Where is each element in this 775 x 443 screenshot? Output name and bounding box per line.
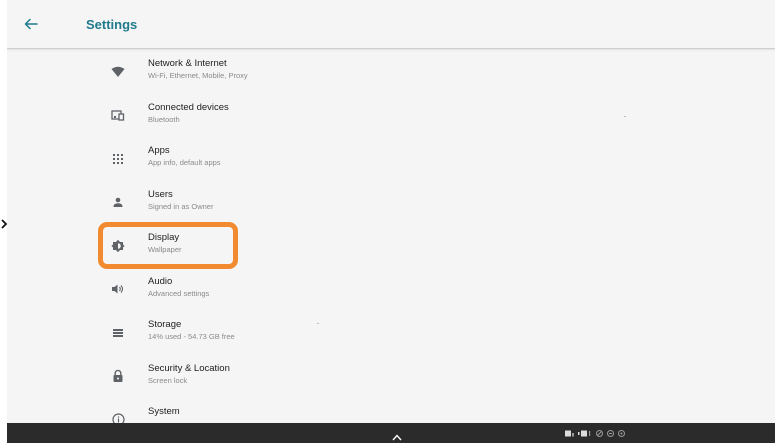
connected-devices-icon (110, 107, 126, 123)
settings-list: Network & Internet Wi-Fi, Ethernet, Mobi… (7, 50, 775, 442)
storage-icon (110, 325, 126, 341)
window-icon (578, 430, 591, 436)
circle-icon (618, 429, 625, 437)
lock-icon (110, 368, 126, 384)
settings-item-security[interactable]: Security & Location Screen lock (7, 355, 775, 399)
item-subtitle: Screen lock (148, 375, 188, 385)
item-subtitle: Advanced settings (148, 288, 210, 298)
item-subtitle: Bluetooth (148, 114, 180, 124)
settings-screen: Settings Network & Internet Wi-Fi, Ether… (7, 0, 775, 443)
item-subtitle: 14% used - 54.73 GB free (148, 332, 235, 341)
dust-speck (317, 323, 319, 324)
apps-grid-icon (110, 151, 126, 167)
page-title: Settings (86, 17, 138, 32)
arrow-back-icon (24, 18, 38, 30)
settings-item-display[interactable]: Display Wallpaper (7, 224, 775, 268)
item-title: Connected devices (148, 101, 229, 113)
system-nav-bar (7, 423, 775, 443)
item-title: System (148, 406, 180, 417)
item-title: Storage (148, 319, 182, 330)
nav-up-button[interactable] (390, 427, 404, 441)
dust-speck (624, 116, 626, 117)
item-title: Users (148, 188, 173, 200)
settings-item-audio[interactable]: Audio Advanced settings (7, 268, 775, 312)
status-icons (565, 428, 625, 438)
wifi-icon (110, 64, 126, 80)
settings-item-connected-devices[interactable]: Connected devices Bluetooth (7, 94, 775, 138)
circle-icon (607, 429, 614, 437)
item-title: Display (148, 232, 180, 243)
item-subtitle: App info, default apps (148, 158, 221, 167)
item-title: Audio (148, 275, 173, 287)
item-subtitle: Signed in as Owner (148, 201, 214, 211)
settings-item-apps[interactable]: Apps App info, default apps (7, 137, 775, 181)
back-button[interactable] (19, 12, 43, 36)
item-title: Network & Internet (148, 58, 227, 69)
settings-item-network[interactable]: Network & Internet Wi-Fi, Ethernet, Mobi… (7, 50, 775, 94)
screen-cast-icon (565, 430, 574, 436)
app-bar: Settings (7, 0, 775, 49)
item-subtitle: Wallpaper (148, 245, 182, 254)
settings-item-users[interactable]: Users Signed in as Owner (7, 181, 775, 225)
brightness-icon (110, 238, 126, 254)
chevron-up-icon (392, 434, 402, 441)
item-subtitle: Wi-Fi, Ethernet, Mobile, Proxy (148, 71, 248, 80)
settings-item-storage[interactable]: Storage 14% used - 54.73 GB free (7, 311, 775, 355)
user-icon (110, 194, 126, 210)
item-title: Apps (148, 145, 170, 156)
item-title: Security & Location (148, 362, 230, 374)
volume-icon (110, 281, 126, 297)
circle-icon (596, 429, 603, 437)
